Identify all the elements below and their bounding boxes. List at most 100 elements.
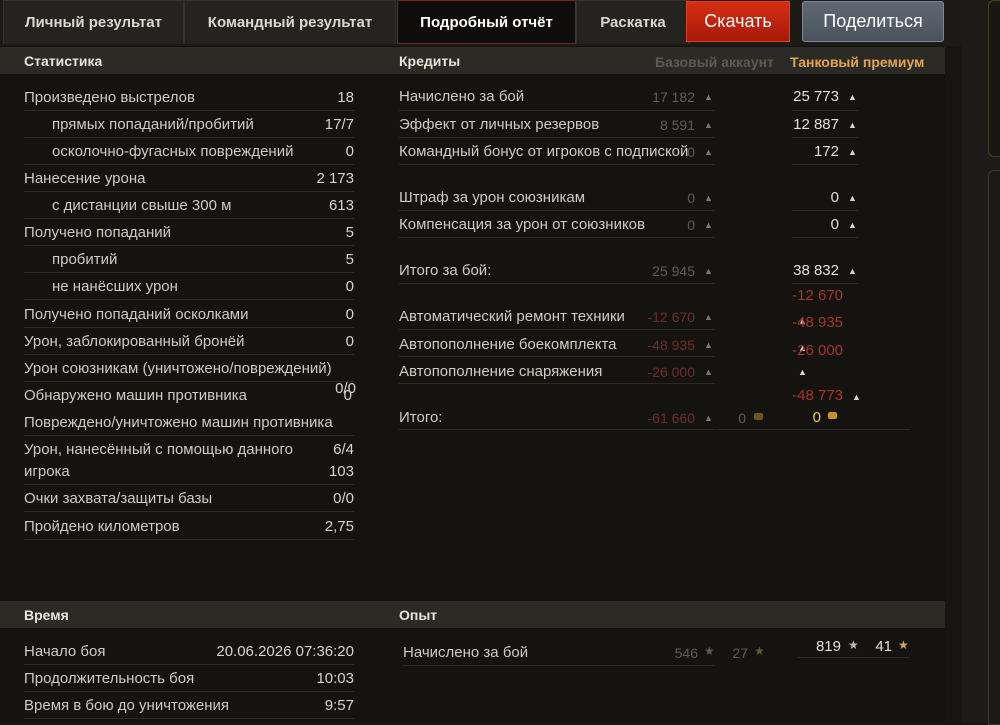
stat-value: 0/0 [333, 489, 354, 507]
stat-label: Получено попаданий осколками [24, 305, 249, 323]
credits-premium-value: 25 773 [793, 88, 839, 105]
row-divider [792, 137, 858, 138]
credits-premium-value: 172 [813, 143, 839, 160]
credits-base-value: -12 670 [647, 309, 695, 325]
time-value: 10:03 [316, 669, 354, 687]
row-divider [792, 283, 858, 284]
time-value: 9:57 [324, 696, 354, 714]
time-header: Время [0, 601, 383, 628]
credits-premium-gold: 0 [812, 409, 821, 426]
credits-premium-value: -26 000 [792, 342, 843, 359]
row-divider [792, 237, 858, 238]
credits-base-account-header: Базовый аккаунт [655, 54, 774, 70]
stat-value: 17/7 [324, 115, 354, 133]
stat-value: 5 [345, 250, 354, 268]
stat-row-blocked-damage: Урон, заблокированный бронёй 0 [24, 328, 354, 355]
stat-value: 5 [345, 223, 354, 241]
credits-premium-value: 12 887 [793, 116, 839, 133]
statistics-title: Статистика [24, 52, 103, 69]
stat-label: Очки захвата/защиты базы [24, 489, 213, 507]
stat-row-direct-hits: прямых попаданий/пробитий 17/7 [24, 111, 354, 138]
credit-icon: ▲ [704, 193, 713, 203]
stat-row-hits-received: Получено попаданий 5 [24, 219, 354, 246]
tab-detailed-report[interactable]: Подробный отчёт [397, 0, 576, 44]
credit-icon: ▲ [848, 193, 857, 203]
download-button[interactable]: Скачать [686, 1, 790, 42]
side-panel-top [988, 0, 1000, 157]
stat-value: 103 [328, 462, 354, 480]
stat-value: 0 [345, 142, 354, 160]
stat-value: 18 [337, 88, 354, 106]
row-divider [399, 164, 715, 165]
side-panel-decoration [962, 0, 1000, 725]
credits-label: Итого за бой: [399, 262, 492, 279]
credit-icon: ▲ [704, 266, 713, 276]
experience-base-free: 27 [732, 645, 748, 661]
stat-row-shots: Произведено выстрелов 18 [24, 84, 354, 111]
credits-base-value: -26 000 [647, 364, 695, 380]
credit-icon: ▲ [704, 92, 713, 102]
stat-value: 2,75 [324, 517, 354, 535]
stat-row-base-points: Очки захвата/защиты базы 0/0 [24, 485, 354, 512]
experience-premium-free: 41 [875, 638, 892, 655]
stat-row-distance: Пройдено километров 2,75 [24, 513, 354, 540]
experience-label: Начислено за бой [403, 644, 529, 661]
credits-label: Итого: [399, 409, 443, 426]
credit-icon: ▲ [848, 266, 857, 276]
credits-label: Эффект от личных резервов [399, 116, 600, 133]
stat-label: не нанёсших урон [52, 277, 178, 295]
credit-icon: ▲ [704, 220, 713, 230]
credit-icon: ▲ [704, 367, 713, 377]
top-bar: Личный результат Командный результат Под… [0, 0, 1000, 46]
stat-row-penetrations: пробитий 5 [24, 246, 354, 273]
tab-personal-result[interactable]: Личный результат [3, 0, 184, 44]
credit-icon: ▲ [848, 220, 857, 230]
share-button[interactable]: Поделиться [802, 1, 944, 42]
stat-label: прямых попаданий/пробитий [52, 115, 254, 133]
stat-row-spotted: Обнаружено машин противника 0 0/0 [24, 380, 356, 409]
credits-base-value: 17 182 [652, 89, 695, 105]
credits-label: Командный бонус от игроков с подпиской [399, 143, 689, 160]
stat-row-assist-damage-cont: игрока 103 [24, 458, 354, 485]
time-row-start: Начало боя 20.06.2026 07:36:20 [24, 638, 354, 665]
row-divider [399, 237, 715, 238]
stat-value-overlap: 0/0 [335, 380, 356, 397]
time-row-duration: Продолжительность боя 10:03 [24, 665, 354, 692]
row-divider [798, 657, 910, 658]
tab-rollout[interactable]: Раскатка [576, 0, 690, 44]
row-divider [792, 164, 858, 165]
credits-base-value: -48 935 [647, 337, 695, 353]
stat-label: Нанесение урона [24, 169, 146, 187]
row-divider [716, 429, 910, 430]
stat-label: Урон союзникам (уничтожено/повреждений) [24, 359, 332, 377]
row-divider [399, 283, 715, 284]
credit-icon: ▲ [704, 147, 713, 157]
credits-label: Начислено за бой [399, 88, 525, 105]
credits-label: Штраф за урон союзникам [399, 189, 586, 206]
credits-premium-value: 0 [830, 189, 839, 206]
credits-premium-value: -48 935 [792, 314, 843, 331]
time-label: Продолжительность боя [24, 669, 195, 687]
row-divider [399, 356, 715, 357]
credit-icon: ▲ [798, 367, 807, 377]
row-divider [399, 137, 715, 138]
stat-value: 2 173 [316, 169, 354, 187]
credits-premium-value: 0 [830, 216, 839, 233]
stat-label: игрока [24, 462, 70, 480]
stat-row-he-damage: осколочно-фугасных повреждений 0 [24, 138, 354, 165]
credit-icon: ▲ [852, 392, 861, 402]
gold-icon [828, 412, 837, 419]
time-label: Начало боя [24, 642, 106, 660]
stat-label: Урон, заблокированный бронёй [24, 332, 245, 350]
credits-premium-value: 38 832 [793, 262, 839, 279]
stat-label: осколочно-фугасных повреждений [52, 142, 294, 160]
credits-base-value: 0 [687, 217, 695, 233]
credits-premium-header: Танковый премиум [790, 54, 925, 70]
row-divider [403, 665, 715, 666]
credit-icon: ▲ [848, 147, 857, 157]
stat-value: 0 [345, 332, 354, 350]
tab-team-result[interactable]: Командный результат [184, 0, 396, 44]
row-divider [399, 383, 715, 384]
statistics-header: Статистика [0, 47, 383, 74]
stat-label: Произведено выстрелов [24, 88, 195, 106]
